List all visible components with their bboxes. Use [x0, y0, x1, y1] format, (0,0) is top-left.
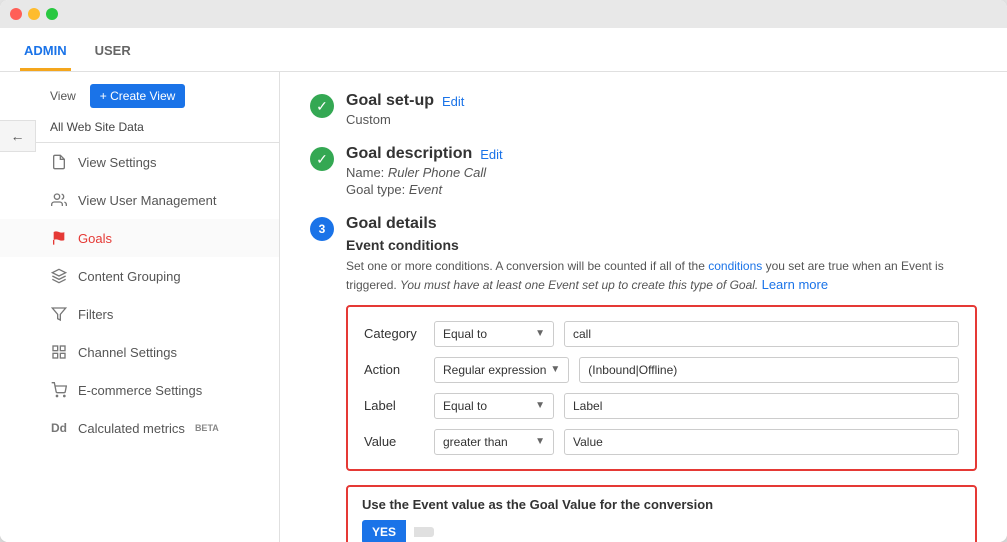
tab-admin[interactable]: ADMIN [20, 33, 71, 71]
goal-details-title: Goal details [346, 215, 437, 233]
goal-details-header: Goal details [346, 215, 977, 233]
sidebar-item-label: Channel Settings [78, 345, 177, 360]
event-conditions-desc: Set one or more conditions. A conversion… [346, 257, 977, 295]
tab-user[interactable]: USER [91, 33, 135, 71]
sidebar-item-channel-settings[interactable]: Channel Settings [0, 333, 279, 371]
goal-setup-title: Goal set-up [346, 92, 434, 110]
action-select[interactable]: Regular expression ▼ [434, 357, 569, 383]
condition-row-action: Action Regular expression ▼ [364, 357, 959, 383]
sidebar-item-label: Filters [78, 307, 113, 322]
goal-description-edit-link[interactable]: Edit [480, 147, 502, 162]
value-select[interactable]: greater than ▼ [434, 429, 554, 455]
goal-details-number-icon: 3 [310, 217, 334, 241]
goal-name-line: Name: Ruler Phone Call [346, 165, 977, 180]
content-area: ✓ Goal set-up Edit Custom ✓ Goal descrip… [280, 72, 1007, 542]
sidebar-header: View + Create View [0, 72, 279, 116]
conditions-box: Category Equal to ▼ Action Regu [346, 305, 977, 471]
goal-description-check-icon: ✓ [310, 147, 334, 171]
toggle-no-button[interactable] [414, 527, 434, 537]
sidebar-item-user-management[interactable]: View User Management [0, 181, 279, 219]
category-label: Category [364, 326, 424, 341]
category-input[interactable] [564, 321, 959, 347]
condition-row-category: Category Equal to ▼ [364, 321, 959, 347]
sidebar-item-goals[interactable]: Goals [0, 219, 279, 257]
app-window: ADMIN USER ← View + Create View All Web … [0, 0, 1007, 542]
minimize-button[interactable] [28, 8, 40, 20]
cart-icon [50, 381, 68, 399]
goal-description-header: Goal description Edit [346, 145, 977, 163]
goal-details-section: Event conditions Set one or more conditi… [346, 237, 977, 542]
close-button[interactable] [10, 8, 22, 20]
sidebar-item-label: Content Grouping [78, 269, 181, 284]
sidebar-item-label: Calculated metrics [78, 421, 185, 436]
label-label: Label [364, 398, 424, 413]
calc-icon: Dd [50, 419, 68, 437]
maximize-button[interactable] [46, 8, 58, 20]
flag-icon [50, 229, 68, 247]
view-label: View [50, 89, 76, 103]
toggle-yes-button[interactable]: YES [362, 520, 406, 542]
website-data-label: All Web Site Data [0, 116, 279, 143]
condition-row-label: Label Equal to ▼ [364, 393, 959, 419]
learn-more-link[interactable]: Learn more [762, 277, 828, 292]
create-view-button[interactable]: + Create View [90, 84, 186, 108]
goal-description-step: ✓ Goal description Edit Name: Ruler Phon… [310, 145, 977, 199]
action-input[interactable] [579, 357, 959, 383]
goal-setup-header: Goal set-up Edit [346, 92, 977, 110]
label-input[interactable] [564, 393, 959, 419]
sidebar: ← View + Create View All Web Site Data V… [0, 72, 280, 542]
event-value-title: Use the Event value as the Goal Value fo… [362, 497, 961, 512]
content-grouping-icon [50, 267, 68, 285]
main-content: ← View + Create View All Web Site Data V… [0, 72, 1007, 542]
event-conditions-title: Event conditions [346, 237, 977, 253]
goal-setup-content: Goal set-up Edit Custom [346, 92, 977, 129]
condition-row-value: Value greater than ▼ [364, 429, 959, 455]
sidebar-item-label: E-commerce Settings [78, 383, 202, 398]
label-select[interactable]: Equal to ▼ [434, 393, 554, 419]
value-input[interactable] [564, 429, 959, 455]
sidebar-item-filters[interactable]: Filters [0, 295, 279, 333]
document-icon [50, 153, 68, 171]
sidebar-item-label: Goals [78, 231, 112, 246]
goal-setup-edit-link[interactable]: Edit [442, 94, 464, 109]
goal-setup-subtitle: Custom [346, 112, 977, 127]
sidebar-item-calculated-metrics[interactable]: Dd Calculated metrics BETA [0, 409, 279, 447]
beta-badge: BETA [195, 423, 219, 433]
goal-details-content: Goal details Event conditions Set one or… [346, 215, 977, 542]
goal-setup-step: ✓ Goal set-up Edit Custom [310, 92, 977, 129]
channel-icon [50, 343, 68, 361]
title-bar [0, 0, 1007, 28]
goal-details-step: 3 Goal details Event conditions Set one … [310, 215, 977, 542]
goal-description-content: Goal description Edit Name: Ruler Phone … [346, 145, 977, 199]
sidebar-item-label: View Settings [78, 155, 157, 170]
top-nav: ADMIN USER [0, 28, 1007, 72]
category-select[interactable]: Equal to ▼ [434, 321, 554, 347]
filter-icon [50, 305, 68, 323]
sidebar-item-content-grouping[interactable]: Content Grouping [0, 257, 279, 295]
sidebar-item-view-settings[interactable]: View Settings [0, 143, 279, 181]
goal-description-title: Goal description [346, 145, 472, 163]
goal-type-line: Goal type: Event [346, 182, 977, 197]
toggle-row: YES [362, 520, 961, 542]
back-arrow-button[interactable]: ← [0, 120, 36, 152]
sidebar-item-label: View User Management [78, 193, 217, 208]
users-icon [50, 191, 68, 209]
value-label: Value [364, 434, 424, 449]
event-value-box: Use the Event value as the Goal Value fo… [346, 485, 977, 542]
goal-setup-check-icon: ✓ [310, 94, 334, 118]
action-label: Action [364, 362, 424, 377]
sidebar-item-ecommerce[interactable]: E-commerce Settings [0, 371, 279, 409]
